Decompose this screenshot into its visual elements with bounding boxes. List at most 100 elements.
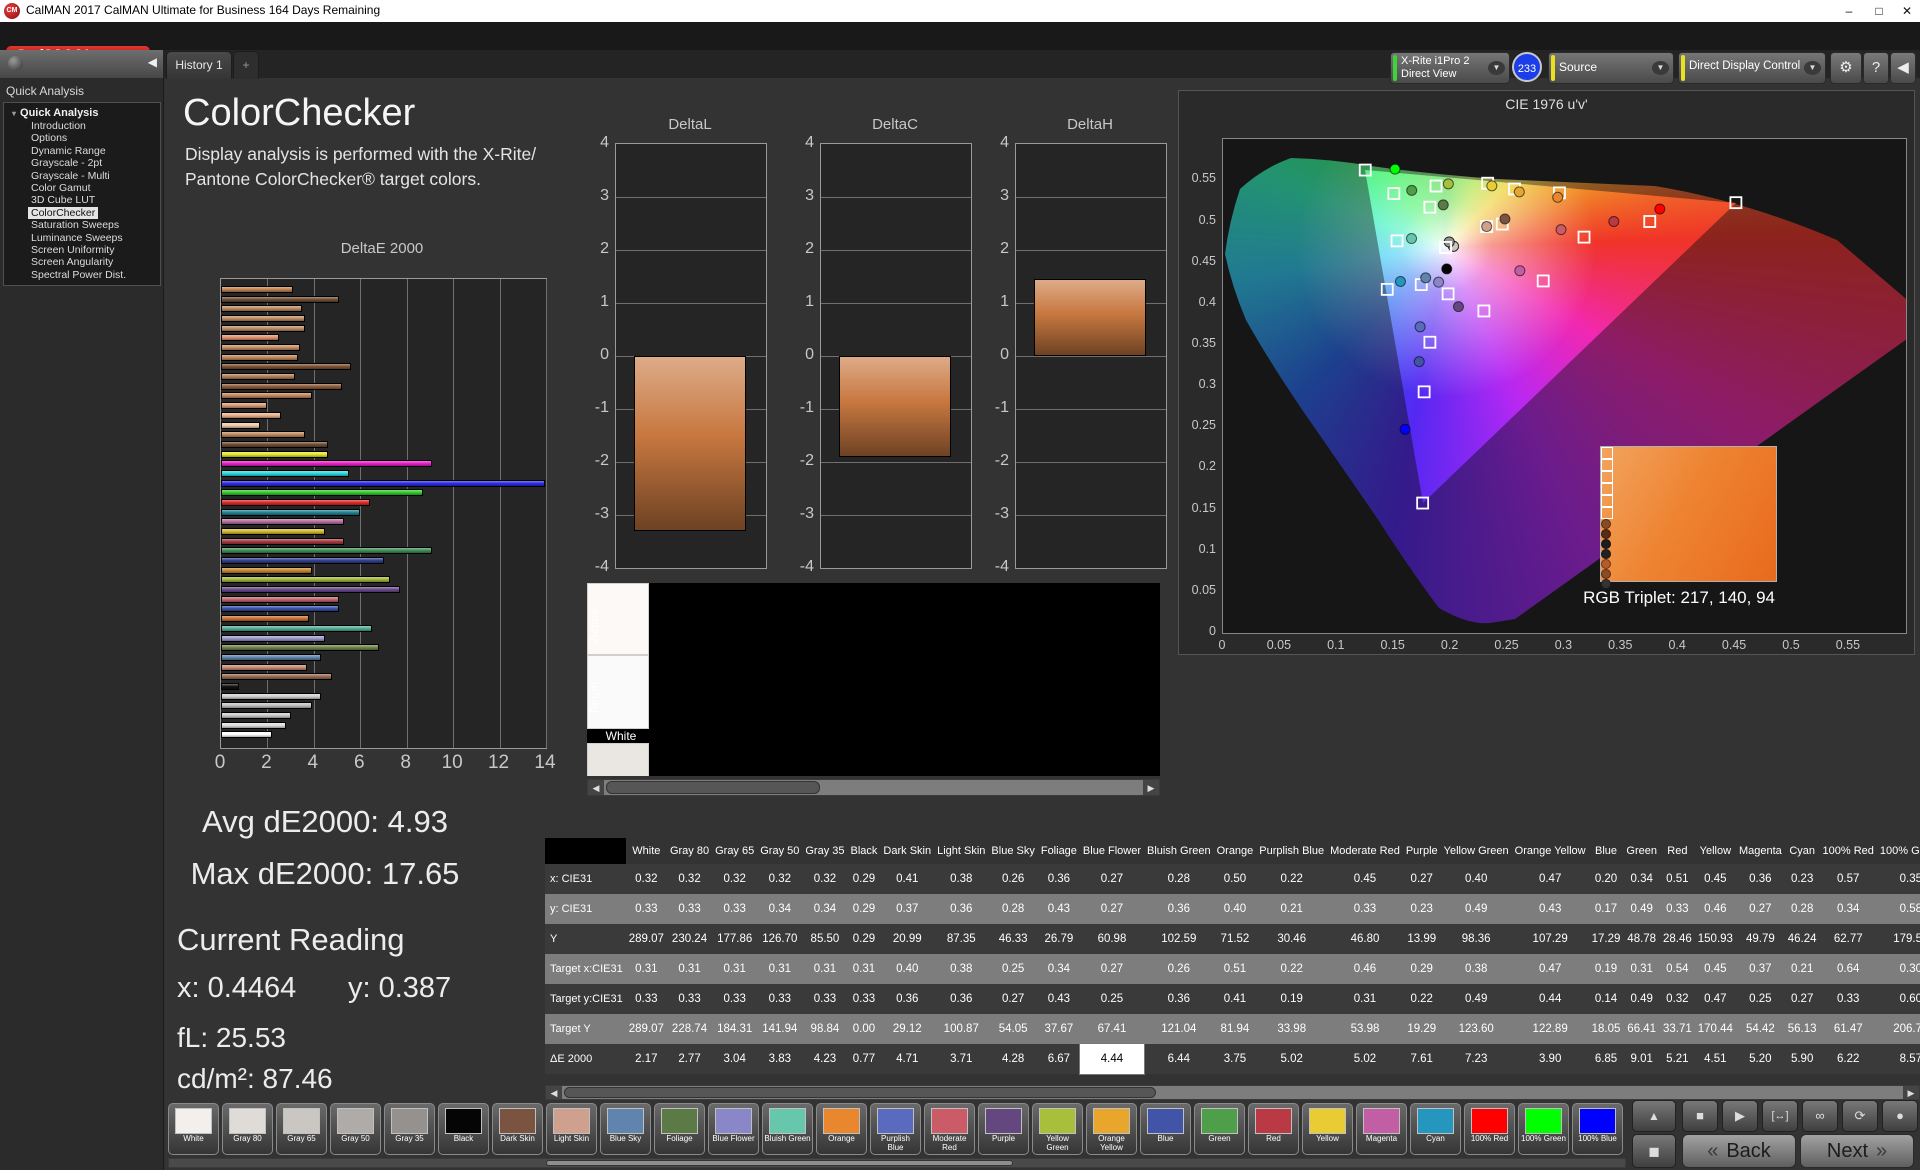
table-scrollbar[interactable]: ◀ ▶ (545, 1085, 1920, 1100)
table-cell[interactable]: 0.33 (667, 894, 712, 924)
table-cell[interactable]: 122.89 (1512, 1014, 1589, 1044)
table-cell[interactable]: 0.47 (1512, 954, 1589, 984)
scroll-left-icon[interactable]: ◀ (546, 1086, 562, 1099)
patch-button-yellow[interactable]: Yellow (1302, 1103, 1353, 1155)
table-cell[interactable]: 0.29 (848, 924, 881, 954)
table-cell[interactable]: 0.31 (712, 954, 757, 984)
table-cell[interactable]: 0.35 (1877, 864, 1920, 894)
table-cell[interactable]: 0.19 (1256, 984, 1327, 1014)
table-cell[interactable]: 0.46 (1327, 954, 1403, 984)
table-cell[interactable]: 0.23 (1403, 894, 1441, 924)
scroll-right-icon[interactable]: ▶ (1143, 780, 1159, 795)
table-cell[interactable]: 61.47 (1820, 1014, 1877, 1044)
table-cell[interactable]: 0.21 (1256, 894, 1327, 924)
table-cell[interactable]: 6.44 (1144, 1044, 1214, 1074)
patch-button-purple[interactable]: Purple (978, 1103, 1029, 1155)
table-cell[interactable]: 2.77 (667, 1044, 712, 1074)
record-dot-icon[interactable] (8, 56, 23, 71)
patch-button-black[interactable]: Black (438, 1103, 489, 1155)
table-cell[interactable]: 0.60 (1877, 984, 1920, 1014)
table-cell[interactable]: 54.42 (1736, 1014, 1785, 1044)
table-cell[interactable]: 0.36 (1144, 984, 1214, 1014)
table-cell[interactable]: 7.61 (1403, 1044, 1441, 1074)
patch-button-green[interactable]: Green (1194, 1103, 1245, 1155)
table-cell[interactable]: 0.30 (1877, 954, 1920, 984)
patch-button-yellow-green[interactable]: Yellow Green (1032, 1103, 1083, 1155)
table-cell[interactable]: 0.57 (1820, 864, 1877, 894)
table-cell[interactable]: 98.84 (802, 1014, 847, 1044)
sidebar-item-luminance-sweeps[interactable]: Luminance Sweeps (28, 232, 126, 244)
table-cell[interactable]: 179.51 (1877, 924, 1920, 954)
table-cell[interactable]: 0.37 (880, 894, 934, 924)
patch-button-blue-flower[interactable]: Blue Flower (708, 1103, 759, 1155)
table-cell[interactable]: 107.29 (1512, 924, 1589, 954)
table-cell[interactable]: 0.36 (880, 984, 934, 1014)
table-cell[interactable]: 150.93 (1695, 924, 1736, 954)
table-cell[interactable]: 0.22 (1403, 984, 1441, 1014)
close-button[interactable]: ✕ (1894, 2, 1920, 20)
table-cell[interactable]: 0.31 (1623, 954, 1660, 984)
scroll-right-icon[interactable]: ▶ (1903, 1086, 1919, 1099)
table-cell[interactable]: 46.33 (988, 924, 1037, 954)
table-cell[interactable]: 0.58 (1877, 894, 1920, 924)
table-cell[interactable]: 0.26 (1144, 954, 1214, 984)
table-cell[interactable]: 0.33 (1327, 894, 1403, 924)
table-cell[interactable]: 100.87 (934, 1014, 988, 1044)
tree-expand-icon[interactable]: ▾ (12, 109, 16, 118)
table-cell[interactable]: 53.98 (1327, 1014, 1403, 1044)
table-cell[interactable]: 17.29 (1589, 924, 1624, 954)
table-cell[interactable]: 62.77 (1820, 924, 1877, 954)
patch-button-red[interactable]: Red (1248, 1103, 1299, 1155)
table-cell[interactable]: 81.94 (1214, 1014, 1257, 1044)
table-cell[interactable]: 33.71 (1660, 1014, 1695, 1044)
sidebar-root-item[interactable]: ▾ Quick Analysis (12, 107, 160, 119)
table-cell[interactable]: 0.34 (757, 894, 802, 924)
strip-scroll-thumb[interactable] (606, 781, 820, 794)
record-icon[interactable]: ● (1882, 1100, 1918, 1132)
refresh-icon[interactable]: ⟳ (1842, 1100, 1878, 1132)
table-cell[interactable]: 0.51 (1214, 954, 1257, 984)
table-cell[interactable]: 29.12 (880, 1014, 934, 1044)
tab-history-1[interactable]: History 1 (166, 51, 232, 79)
table-cell[interactable]: 102.59 (1144, 924, 1214, 954)
table-cell[interactable]: 0.33 (712, 894, 757, 924)
table-cell[interactable]: 5.02 (1327, 1044, 1403, 1074)
table-cell[interactable]: 0.43 (1512, 894, 1589, 924)
table-cell[interactable]: 0.33 (626, 984, 667, 1014)
table-cell[interactable]: 206.73 (1877, 1014, 1920, 1044)
table-cell[interactable]: 0.40 (880, 954, 934, 984)
table-cell[interactable]: 0.27 (1080, 894, 1144, 924)
table-cell[interactable]: 0.31 (1327, 984, 1403, 1014)
table-cell[interactable]: 0.41 (1214, 984, 1257, 1014)
table-cell[interactable]: 5.02 (1256, 1044, 1327, 1074)
sidebar-collapse-icon[interactable]: ◀ (148, 55, 157, 69)
table-cell[interactable]: 0.33 (1660, 894, 1695, 924)
table-cell[interactable]: 0.45 (1695, 954, 1736, 984)
table-cell[interactable]: 123.60 (1441, 1014, 1512, 1044)
table-cell[interactable]: 3.04 (712, 1044, 757, 1074)
patch-button-light-skin[interactable]: Light Skin (546, 1103, 597, 1155)
table-cell[interactable]: 0.43 (1038, 894, 1080, 924)
table-cell[interactable]: 4.23 (802, 1044, 847, 1074)
table-cell[interactable]: 85.50 (802, 924, 847, 954)
panel-collapse-icon[interactable]: ◀ (1890, 52, 1916, 84)
table-cell[interactable]: 33.98 (1256, 1014, 1327, 1044)
table-cell[interactable]: 7.23 (1441, 1044, 1512, 1074)
sidebar-item-dynamic-range[interactable]: Dynamic Range (28, 145, 109, 157)
table-cell[interactable]: 3.71 (934, 1044, 988, 1074)
table-cell[interactable]: 0.21 (1785, 954, 1820, 984)
table-cell[interactable]: 8.57 (1877, 1044, 1920, 1074)
table-cell[interactable]: 6.67 (1038, 1044, 1080, 1074)
sidebar-item-3d-cube-lut[interactable]: 3D Cube LUT (28, 194, 98, 206)
sidebar-item-grayscale-multi[interactable]: Grayscale - Multi (28, 170, 113, 182)
table-cell[interactable]: 0.31 (626, 954, 667, 984)
play-icon[interactable]: ▶ (1722, 1100, 1758, 1132)
table-cell[interactable]: 0.46 (1695, 894, 1736, 924)
table-cell[interactable]: 4.44 (1078, 1043, 1146, 1075)
patch-button-100-green[interactable]: 100% Green (1518, 1103, 1569, 1155)
table-cell[interactable]: 0.31 (848, 954, 881, 984)
table-cell[interactable]: 0.28 (988, 894, 1037, 924)
table-cell[interactable]: 37.67 (1038, 1014, 1080, 1044)
resize-icon[interactable]: [↔] (1762, 1100, 1798, 1132)
bottom-scroll-thumb[interactable] (546, 1160, 1013, 1166)
